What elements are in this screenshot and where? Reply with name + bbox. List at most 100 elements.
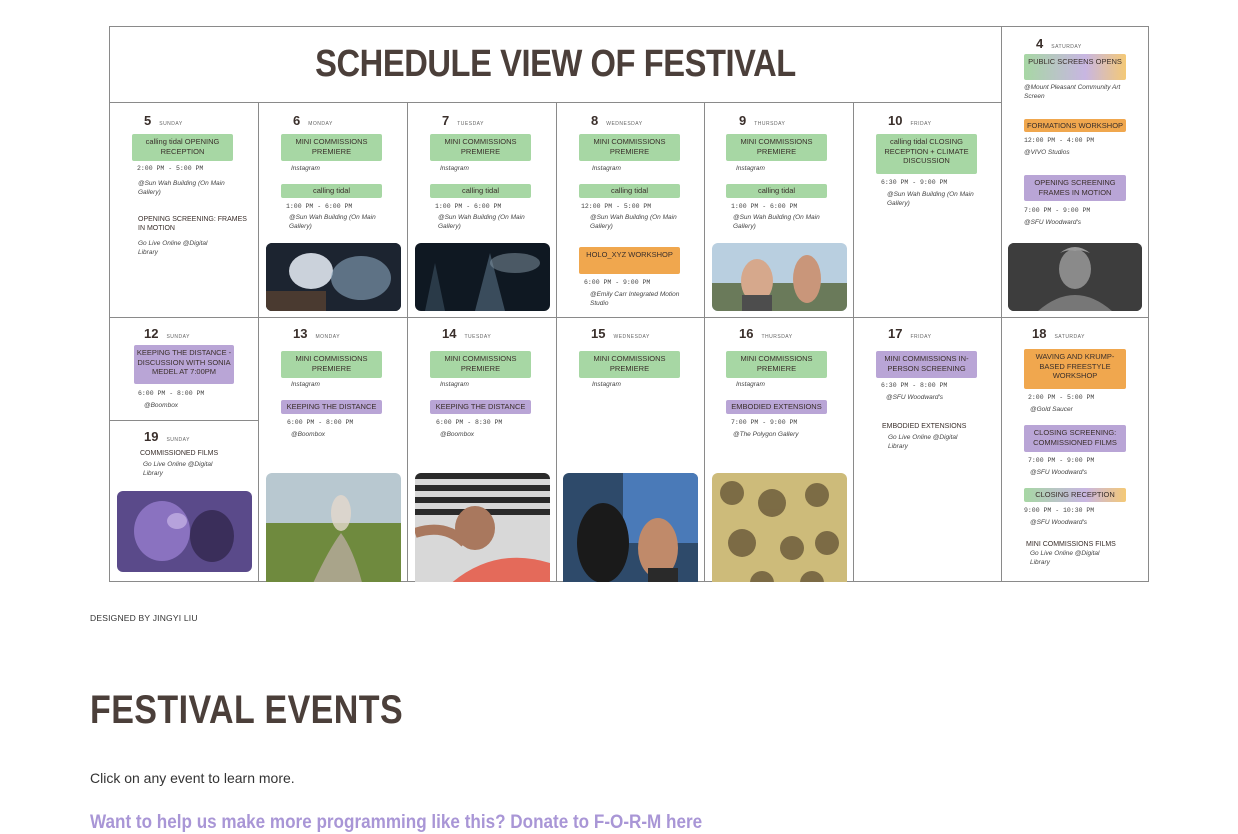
event-time: 2:00 PM - 5:00 PM	[137, 165, 204, 172]
event-location: @SFU Woodward's	[1024, 219, 1081, 226]
event-location: Instagram	[291, 381, 320, 388]
day-number: 13	[293, 326, 308, 341]
schedule-graphic: SCHEDULE VIEW OF FESTIVAL 4 SATURDAY PUBL…	[109, 26, 1149, 582]
sculpture-head-image	[1008, 243, 1142, 311]
event-location: @Mount Pleasant Community Art Screen	[1024, 84, 1121, 100]
day-name: FRIDAY	[910, 121, 932, 127]
event-mini-commissions[interactable]: MINI COMMISSIONS PREMIERE	[579, 351, 680, 378]
event-opening-screening[interactable]: OPENING SCREENING FRAMES IN MOTION	[1024, 175, 1126, 201]
day-name: SATURDAY	[1054, 334, 1085, 340]
day-number: 4	[1036, 36, 1044, 51]
event-mini-commissions[interactable]: MINI COMMISSIONS PREMIERE	[726, 351, 827, 378]
day-number: 17	[888, 326, 903, 341]
event-location: Go Live Online @Digital Library	[143, 461, 213, 477]
event-time: 2:00 PM - 5:00 PM	[1028, 394, 1095, 401]
day-number: 12	[144, 326, 159, 341]
event-mini-commissions[interactable]: MINI COMMISSIONS PREMIERE	[726, 134, 827, 161]
event-formations-workshop[interactable]: FORMations WORKSHOP	[1024, 119, 1126, 132]
day-cell-19[interactable]: 19 SUNDAY COMMISSIONED FILMS Go Live Onli…	[110, 421, 259, 582]
event-label[interactable]: COMMISSIONED FILMS	[140, 449, 218, 458]
event-closing-screening[interactable]: CLOSING SCREENING: COMMISSIONED FILMS	[1024, 425, 1126, 452]
event-mini-commissions[interactable]: MINI COMMISSIONS PREMIERE	[430, 351, 531, 378]
section-title: FESTIVAL EVENTS	[90, 688, 404, 732]
event-time: 9:00 PM - 10:30 PM	[1024, 507, 1095, 514]
event-time: 1:00 PM - 6:00 PM	[731, 203, 798, 210]
day-cell-8[interactable]: 8 WEDNESDAY MINI COMMISSIONS PREMIERE Ins…	[557, 103, 705, 318]
donate-link[interactable]: Want to help us make more programming li…	[90, 812, 702, 834]
event-time: 12:00 PM - 4:00 PM	[1024, 137, 1095, 144]
event-closing-reception[interactable]: CLOSING RECEPTION	[1024, 488, 1126, 502]
event-keeping-the-distance-discussion[interactable]: KEEPING THE DISTANCE - DISCUSSION WITH S…	[134, 345, 234, 384]
event-embodied-extensions[interactable]: EMBODIED EXTENSIONS	[726, 400, 827, 414]
event-location: @VIVO Studios	[1024, 149, 1070, 156]
day-number: 9	[739, 113, 747, 128]
section-intro: Click on any event to learn more.	[90, 770, 295, 786]
event-calling-tidal[interactable]: calling tidal	[579, 184, 680, 198]
event-calling-tidal-opening[interactable]: calling tidal OPENING RECEPTION	[132, 134, 233, 161]
event-keeping-the-distance[interactable]: KEEPING THE DISTANCE	[281, 400, 382, 414]
day-number: 19	[144, 429, 159, 444]
day-cell-7[interactable]: 7 TUESDAY MINI COMMISSIONS PREMIERE Insta…	[408, 103, 557, 318]
event-photo	[415, 473, 550, 582]
day-name: THURSDAY	[761, 334, 793, 340]
event-location: Go Live Online @Digital Library	[138, 240, 208, 256]
event-waving-krump-workshop[interactable]: WAVING AND KRUMP-BASED FREESTYLE WORKSHO…	[1024, 349, 1126, 389]
day-cell-5[interactable]: 5 SUNDAY calling tidal OPENING RECEPTION …	[110, 103, 259, 318]
event-location: @Sun Wah Building (On Main Gallery)	[438, 214, 525, 230]
event-public-screens[interactable]: PUBLIC SCREENS OPENS	[1024, 54, 1126, 80]
event-time: 12:00 PM - 5:00 PM	[581, 203, 652, 210]
day-cell-13[interactable]: 13 MONDAY MINI COMMISSIONS PREMIERE Insta…	[259, 318, 408, 582]
event-time: 1:00 PM - 6:00 PM	[286, 203, 353, 210]
event-location: @Boombox	[291, 431, 326, 438]
event-label[interactable]: OPENING SCREENING: FRAMES IN MOTION	[138, 215, 248, 233]
day-cell-18[interactable]: 18 SATURDAY WAVING AND KRUMP-BASED FREEST…	[1002, 318, 1149, 582]
day-cell-10[interactable]: 10 FRIDAY calling tidal CLOSING RECEPTION…	[854, 103, 1002, 318]
event-location: @Sun Wah Building (On Main Gallery)	[138, 180, 225, 196]
event-label[interactable]: MINI COMMISSIONS FILMS	[1026, 540, 1116, 549]
event-location: Instagram	[592, 381, 621, 388]
event-calling-tidal[interactable]: calling tidal	[430, 184, 531, 198]
event-location: @SFU Woodward's	[1030, 469, 1087, 476]
day-name: SUNDAY	[166, 334, 190, 340]
event-time: 6:00 PM - 8:00 PM	[138, 390, 205, 397]
day-name: SATURDAY	[1051, 44, 1082, 50]
day-name: SUNDAY	[159, 121, 183, 127]
day-number: 10	[888, 113, 903, 128]
event-time: 7:00 PM - 9:00 PM	[731, 419, 798, 426]
event-time: 6:00 PM - 9:00 PM	[584, 279, 651, 286]
event-label[interactable]: EMBODIED EXTENSIONS	[882, 422, 966, 431]
event-mini-commissions[interactable]: MINI COMMISSIONS PREMIERE	[281, 351, 382, 378]
day-cell-6[interactable]: 6 MONDAY MINI COMMISSIONS PREMIERE Instag…	[259, 103, 408, 318]
event-photo	[266, 243, 401, 311]
event-calling-tidal[interactable]: calling tidal	[726, 184, 827, 198]
day-number: 7	[442, 113, 450, 128]
event-calling-tidal[interactable]: calling tidal	[281, 184, 382, 198]
event-location: Instagram	[440, 381, 469, 388]
event-holo-workshop[interactable]: HOLO_XYZ WORKSHOP	[579, 247, 680, 274]
day-cell-15[interactable]: 15 WEDNESDAY MINI COMMISSIONS PREMIERE In…	[557, 318, 705, 582]
day-cell-17[interactable]: 17 FRIDAY MINI COMMISSIONS IN-PERSON SCRE…	[854, 318, 1002, 582]
event-time: 1:00 PM - 6:00 PM	[435, 203, 502, 210]
day-cell-9[interactable]: 9 THURSDAY MINI COMMISSIONS PREMIERE Inst…	[705, 103, 854, 318]
event-mini-commissions-screening[interactable]: MINI COMMISSIONS IN-PERSON SCREENING	[876, 351, 977, 378]
day-cell-16[interactable]: 16 THURSDAY MINI COMMISSIONS PREMIERE Ins…	[705, 318, 854, 582]
day-cell-12[interactable]: 12 SUNDAY KEEPING THE DISTANCE - DISCUSSI…	[110, 318, 259, 421]
event-location: @Emily Carr Integrated Motion Studio	[590, 291, 680, 307]
event-mini-commissions[interactable]: MINI COMMISSIONS PREMIERE	[579, 134, 680, 161]
designer-credit: DESIGNED BY JINGYI LIU	[90, 613, 198, 623]
event-photo	[563, 473, 698, 582]
day-cell-4[interactable]: 4 SATURDAY PUBLIC SCREENS OPENS @Mount Pl…	[1002, 27, 1149, 318]
event-photo	[117, 491, 252, 572]
event-location: @Sun Wah Building (On Main Gallery)	[733, 214, 820, 230]
event-calling-tidal-closing[interactable]: calling tidal CLOSING RECEPTION + CLIMAT…	[876, 134, 977, 174]
event-keeping-the-distance[interactable]: KEEPING THE DISTANCE	[430, 400, 531, 414]
event-time: 6:30 PM - 8:00 PM	[881, 382, 948, 389]
event-location: @Sun Wah Building (On Main Gallery)	[289, 214, 376, 230]
event-photo	[415, 243, 550, 311]
day-name: WEDNESDAY	[606, 121, 643, 127]
event-mini-commissions[interactable]: MINI COMMISSIONS PREMIERE	[281, 134, 382, 161]
event-time: 7:00 PM - 9:00 PM	[1028, 457, 1095, 464]
day-cell-14[interactable]: 14 TUESDAY MINI COMMISSIONS PREMIERE Inst…	[408, 318, 557, 582]
event-mini-commissions[interactable]: MINI COMMISSIONS PREMIERE	[430, 134, 531, 161]
event-location: @Gold Saucer	[1030, 406, 1073, 413]
